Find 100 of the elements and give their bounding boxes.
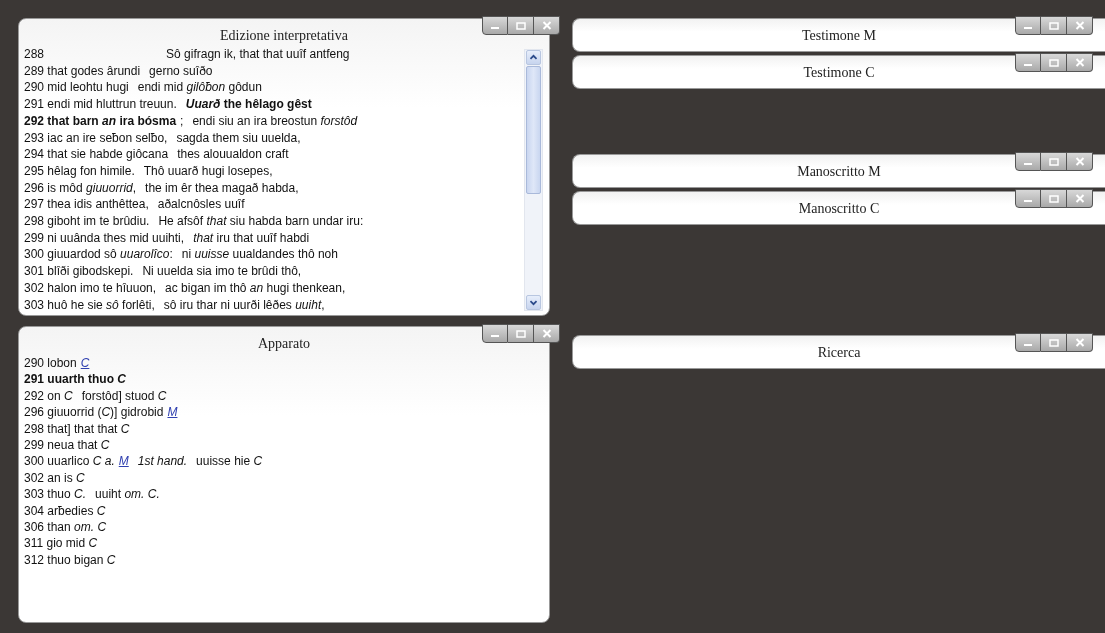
verse-text: 293 iac an ire seƀon selƀo, (24, 129, 168, 147)
minimize-button[interactable] (482, 324, 508, 343)
verse-text: sagda them siu uuelda, (176, 129, 301, 147)
apparatus-entry: 302 an is C (24, 469, 85, 487)
apparatus-entry: uuiht om. C. (95, 486, 160, 503)
scroll-up-icon[interactable] (526, 50, 541, 65)
close-icon (1074, 157, 1085, 166)
window-title: Testimone M (801, 27, 877, 44)
verse-text: 289 that godes ârundi (24, 62, 141, 80)
verse-text: 303 huô he sie sô forlêti, (24, 296, 155, 314)
minimize-button[interactable] (1015, 189, 1041, 208)
verse-text: 296 is môd giuuorrid, (24, 179, 137, 197)
close-button[interactable] (1067, 152, 1093, 171)
close-button[interactable] (1067, 189, 1093, 208)
verse-text: 294 that sie habde giôcana (24, 146, 169, 163)
maximize-button[interactable] (508, 324, 534, 343)
close-icon (541, 329, 552, 338)
verse-text: 292 that barn an ira bósma (24, 112, 177, 130)
maximize-button[interactable] (1041, 189, 1067, 208)
verse-text: 290 mid leohtu hugi (24, 79, 129, 97)
window-title: Manoscritto M (797, 163, 881, 180)
maximize-icon (1048, 157, 1059, 166)
verse-text: 300 giuuardod sô uuarolîco: (24, 246, 173, 264)
close-button[interactable] (1067, 333, 1093, 352)
maximize-button[interactable] (1041, 333, 1067, 352)
verse-text: 299 ni uuânda thes mid uuihti, (24, 229, 185, 247)
collapsed-window[interactable]: Manoscritto C (572, 191, 1105, 225)
verse-text: Ni uuelda sia imo te brûdi thô, (142, 263, 302, 280)
verse-text: the im êr thea magað habda, (145, 179, 299, 197)
close-icon (1074, 194, 1085, 203)
close-button[interactable] (1067, 16, 1093, 35)
apparatus-entry: 312 thuo bigan C (24, 551, 116, 569)
apparatus-entry: 303 thuo C. (24, 486, 87, 503)
verse-text: Uuarð the hêlago gêst (185, 96, 312, 113)
verse-text: ac bigan im thô an hugi thenkean, (165, 279, 346, 297)
verse-text: thes alouualdon craft (177, 146, 289, 163)
minimize-button[interactable] (1015, 53, 1041, 72)
maximize-button[interactable] (1041, 16, 1067, 35)
verse-text: gerno suîðo (149, 62, 213, 80)
close-icon (1074, 58, 1085, 67)
verse-text: 295 hêlag fon himile. (24, 162, 135, 180)
minimize-button[interactable] (1015, 16, 1041, 35)
minimize-button[interactable] (1015, 152, 1041, 171)
apparatus-entry: 298 that] that that C (24, 420, 130, 438)
minimize-button[interactable] (482, 16, 508, 35)
maximize-button[interactable] (508, 16, 534, 35)
apparatus-entry: 296 giuuorrid (C)] gidrobid (24, 404, 164, 421)
collapsed-window[interactable]: Testimone M (572, 18, 1105, 52)
apparatus-entry: 299 neua that C (24, 437, 110, 454)
close-button[interactable] (534, 324, 560, 343)
verse-text: 301 blîði gibodskepi. (24, 263, 134, 280)
apparatus-entry: 311 gio mid C (24, 535, 98, 552)
close-icon (1074, 338, 1085, 347)
verse-text: He afsôf that siu habda barn undar iru: (158, 213, 364, 230)
maximize-button[interactable] (1041, 152, 1067, 171)
apparatus-entry: 306 than om. C (24, 519, 107, 536)
verse-text: ni uuisse uualdandes thô noh (181, 246, 338, 264)
verse-text: 288 (24, 46, 45, 63)
scroll-down-icon[interactable] (526, 295, 541, 310)
verse-text: endi siu an ira breostun forstôd (192, 112, 358, 130)
maximize-icon (1048, 58, 1059, 67)
apparatus-entry: 300 uuarlico C a. (24, 453, 115, 470)
link[interactable]: M (167, 404, 178, 421)
verse-text: that iru that uuîf habdi (193, 229, 310, 247)
maximize-icon (1048, 194, 1059, 203)
verse-text: 302 halon imo te hîuuon, (24, 279, 157, 297)
verse-text: ; (180, 112, 184, 130)
verse-text: 298 giboht im te brûdiu. (24, 213, 150, 230)
apparatus-entry: 291 uuarth thuo C (24, 371, 126, 388)
link[interactable]: C (80, 355, 90, 372)
apparatus-entry: 304 arƀedies C (24, 502, 106, 520)
maximize-icon (1048, 21, 1059, 30)
apparatus-entry: 290 lobon (24, 355, 77, 372)
collapsed-window[interactable]: Ricerca (572, 335, 1105, 369)
apparatus-entry: uuisse hie C (196, 453, 263, 470)
verse-text: Sô gifragn ik, that that uuîf antfeng (166, 46, 350, 63)
window-title: Ricerca (817, 344, 861, 361)
scroll-thumb[interactable] (526, 66, 541, 194)
verse-text: aðalcnôsles uuîf (157, 196, 245, 214)
close-button[interactable] (1067, 53, 1093, 72)
collapsed-window[interactable]: Manoscritto M (572, 154, 1105, 188)
verse-text: 291 endi mid hluttrun treuun. (24, 96, 177, 113)
maximize-icon (1048, 338, 1059, 347)
collapsed-window[interactable]: Testimone C (572, 55, 1105, 89)
verse-text: Thô uuarð hugi losepes, (143, 162, 273, 180)
scrollbar[interactable] (524, 49, 543, 311)
apparatus-entry: 292 on C (24, 387, 73, 405)
minimize-button[interactable] (1015, 333, 1041, 352)
close-icon (1074, 21, 1085, 30)
verse-text: endi mid gilôƀon gôdun (137, 79, 262, 97)
apparatus-entry: 1st hand. (137, 453, 188, 470)
close-icon (541, 21, 552, 30)
link[interactable]: M (118, 453, 129, 470)
verse-text: 297 thea idis anthêttea, (24, 196, 149, 214)
apparatus-entry: forstôd] stuod C (81, 387, 167, 405)
maximize-button[interactable] (1041, 53, 1067, 72)
window-title: Manoscritto C (798, 200, 880, 217)
close-button[interactable] (534, 16, 560, 35)
window-title: Edizione interpretativa (220, 27, 348, 45)
verse-text: sô iru thar ni uurði lêðes uuiht, (163, 296, 325, 314)
